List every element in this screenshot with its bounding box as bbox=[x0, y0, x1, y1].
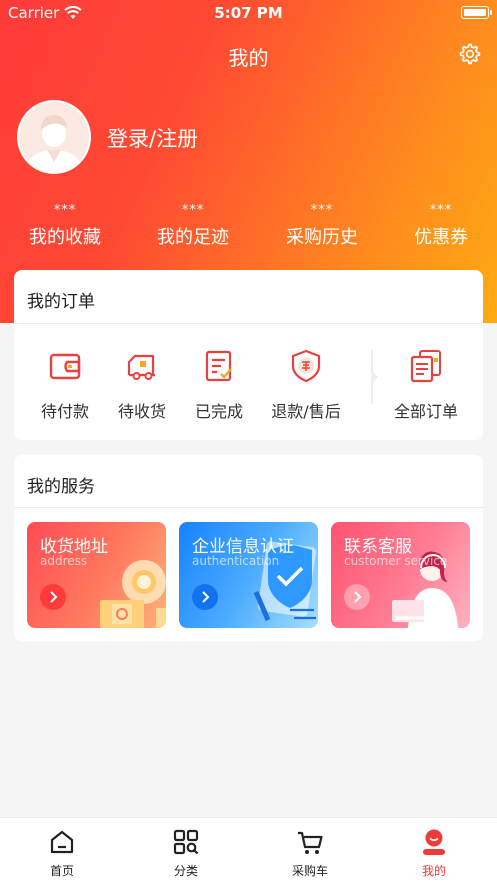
chevron-right-icon bbox=[371, 370, 378, 384]
service-arrow-button[interactable] bbox=[344, 584, 370, 610]
divider bbox=[14, 323, 483, 324]
tab-home[interactable]: 首页 bbox=[22, 828, 102, 879]
chevron-right-icon bbox=[354, 591, 362, 603]
status-time: 5:07 PM bbox=[214, 4, 283, 22]
order-pending-payment[interactable]: 待付款 bbox=[25, 348, 105, 422]
stat-favorites[interactable]: *** 我的收藏 bbox=[10, 203, 120, 249]
orders-title: 我的订单 bbox=[27, 292, 95, 312]
order-label: 全部订单 bbox=[393, 402, 458, 421]
battery-icon bbox=[461, 6, 492, 19]
stat-label: 我的足迹 bbox=[157, 227, 229, 248]
gear-icon[interactable] bbox=[457, 42, 481, 66]
service-arrow-button[interactable] bbox=[192, 584, 218, 610]
services-title: 我的服务 bbox=[27, 477, 95, 497]
service-authentication[interactable]: 企业信息认证 authentication bbox=[179, 522, 318, 628]
home-icon bbox=[50, 830, 74, 854]
category-scan-icon bbox=[173, 829, 199, 855]
tab-label: 首页 bbox=[49, 864, 74, 878]
divider bbox=[14, 507, 483, 508]
tab-profile[interactable]: 我的 bbox=[394, 828, 474, 879]
order-refund-after-sale[interactable]: 退款/售后 bbox=[266, 348, 346, 422]
service-subtitle: address bbox=[40, 554, 88, 568]
tab-label: 采购车 bbox=[291, 864, 328, 878]
service-subtitle: customer service bbox=[344, 554, 448, 568]
delivery-truck-icon bbox=[127, 354, 155, 380]
order-label: 已完成 bbox=[194, 402, 243, 421]
stat-footprints[interactable]: *** 我的足迹 bbox=[138, 203, 248, 249]
stat-value: *** bbox=[429, 203, 453, 218]
service-subtitle: authentication bbox=[192, 554, 280, 568]
completed-document-icon bbox=[205, 350, 232, 382]
stat-label: 采购历史 bbox=[286, 227, 358, 248]
service-arrow-button[interactable] bbox=[40, 584, 66, 610]
order-label: 待收货 bbox=[117, 402, 166, 421]
tab-bar: 首页 分类 采购车 我的 bbox=[0, 817, 497, 883]
chevron-right-icon bbox=[50, 591, 58, 603]
tab-label: 我的 bbox=[421, 864, 446, 878]
after-sale-shield-icon bbox=[291, 349, 321, 383]
all-orders-icon bbox=[410, 350, 441, 383]
stats-row: *** 我的收藏 *** 我的足迹 *** 采购历史 *** 优惠券 bbox=[0, 203, 497, 253]
stat-label: 优惠券 bbox=[414, 227, 468, 248]
status-bar: Carrier 5:07 PM bbox=[0, 0, 497, 26]
profile-icon bbox=[423, 829, 445, 855]
cart-icon bbox=[298, 831, 323, 854]
order-all[interactable]: 全部订单 bbox=[386, 348, 466, 422]
stat-value: *** bbox=[310, 203, 334, 218]
stat-coupons[interactable]: *** 优惠券 bbox=[386, 203, 496, 249]
avatar[interactable] bbox=[17, 100, 91, 174]
stat-value: *** bbox=[53, 203, 77, 218]
stat-label: 我的收藏 bbox=[29, 227, 101, 248]
wallet-icon bbox=[49, 353, 81, 380]
chevron-right-icon bbox=[202, 591, 210, 603]
tab-category[interactable]: 分类 bbox=[146, 828, 226, 879]
order-label: 待付款 bbox=[40, 402, 89, 421]
avatar-person-icon bbox=[19, 102, 89, 172]
login-register-link[interactable]: 登录/注册 bbox=[107, 123, 198, 153]
order-completed[interactable]: 已完成 bbox=[179, 348, 259, 422]
service-customer-service[interactable]: 联系客服 customer service bbox=[331, 522, 470, 628]
tab-label: 分类 bbox=[173, 864, 198, 878]
stat-value: *** bbox=[181, 203, 205, 218]
tab-cart[interactable]: 采购车 bbox=[270, 828, 350, 879]
order-label: 退款/售后 bbox=[271, 402, 341, 421]
orders-card: 我的订单 待付款 待收货 已完成 退款/售后 全部订单 bbox=[14, 270, 483, 440]
service-address[interactable]: 收货地址 address bbox=[27, 522, 166, 628]
order-pending-receipt[interactable]: 待收货 bbox=[102, 348, 182, 422]
stat-purchase-history[interactable]: *** 采购历史 bbox=[267, 203, 377, 249]
page-title: 我的 bbox=[228, 46, 269, 70]
